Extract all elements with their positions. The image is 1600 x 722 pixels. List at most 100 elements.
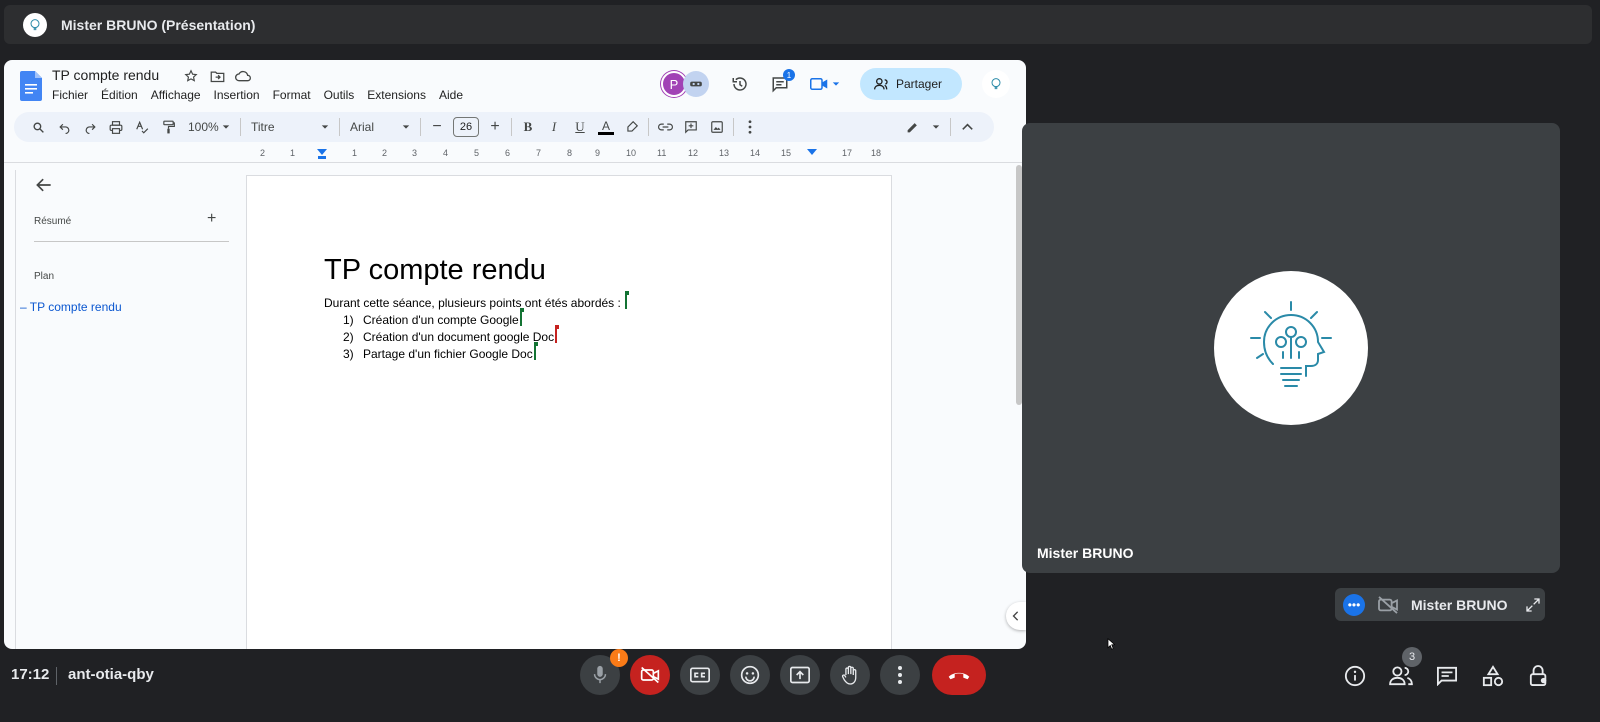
list-text: Création d'un compte Google	[363, 313, 519, 327]
document-title[interactable]: TP compte rendu	[52, 67, 159, 83]
horizontal-ruler[interactable]: 2 1 1 2 3 4 5 6 7 8 9 10 11 12 13 14 15 …	[244, 148, 894, 162]
underline-button[interactable]: U	[570, 116, 590, 138]
participant-tile[interactable]: Mister BRUNO	[1022, 123, 1560, 573]
raise-hand-button[interactable]	[830, 655, 870, 695]
chevron-down-icon	[321, 125, 329, 129]
self-view-bar[interactable]: ••• Mister BRUNO	[1335, 588, 1545, 621]
collaborator-cursor	[533, 342, 538, 360]
font-size-input[interactable]: 26	[453, 117, 479, 137]
move-folder-icon[interactable]	[208, 67, 226, 85]
add-comment-icon[interactable]	[681, 116, 701, 138]
side-panel-toggle[interactable]	[1006, 602, 1026, 630]
people-button[interactable]: 3	[1384, 647, 1422, 693]
lock-person-icon	[1529, 665, 1547, 686]
ruler-tick: 6	[505, 148, 511, 158]
reactions-button[interactable]	[730, 655, 770, 695]
list-item[interactable]: 1) Création d'un compte Google	[343, 308, 524, 327]
people-icon	[873, 78, 888, 90]
camera-off-icon	[1378, 595, 1398, 614]
history-icon[interactable]	[725, 69, 755, 99]
expand-icon[interactable]	[1525, 597, 1541, 613]
left-indent-marker-icon[interactable]	[317, 149, 327, 159]
camera-toggle-button[interactable]	[630, 655, 670, 695]
document-page[interactable]: TP compte rendu Durant cette séance, plu…	[246, 175, 892, 649]
list-item[interactable]: 3) Partage d'un fichier Google Doc	[343, 342, 538, 361]
ruler-tick: 4	[443, 148, 449, 158]
vertical-ruler[interactable]	[6, 170, 16, 649]
right-indent-marker-icon[interactable]	[807, 149, 817, 157]
more-options-button[interactable]	[880, 655, 920, 695]
document-heading[interactable]: TP compte rendu	[324, 254, 546, 287]
menu-fichier[interactable]: Fichier	[52, 88, 88, 102]
highlight-color-icon[interactable]	[622, 116, 642, 138]
cloud-status-icon[interactable]	[234, 67, 252, 85]
camera-off-icon	[640, 666, 660, 684]
increase-font-size-icon[interactable]: +	[485, 116, 505, 138]
menu-aide[interactable]: Aide	[439, 88, 463, 102]
mouse-cursor-icon	[1107, 638, 1115, 650]
text-color-swatch	[598, 131, 614, 135]
star-icon[interactable]	[182, 67, 200, 85]
microphone-button[interactable]: !	[580, 649, 628, 695]
emoji-icon	[740, 665, 760, 685]
spellcheck-icon[interactable]	[132, 116, 152, 138]
shared-docs-window: TP compte rendu Fichier Édition Affichag…	[4, 60, 1026, 649]
more-vert-icon	[898, 666, 902, 684]
bold-button[interactable]: B	[518, 116, 538, 138]
present-screen-button[interactable]	[780, 655, 820, 695]
font-family-select[interactable]: Arial	[346, 116, 414, 138]
ruler-tick: 18	[871, 148, 882, 158]
text-color-glyph: A	[601, 118, 610, 133]
back-arrow-icon[interactable]	[34, 175, 54, 195]
anonymous-viewer-icon[interactable]	[682, 71, 709, 97]
insert-link-icon[interactable]	[655, 116, 675, 138]
ruler-tick: 1	[352, 148, 358, 158]
participants-count-badge: 3	[1402, 647, 1422, 667]
share-button[interactable]: Partager	[859, 68, 962, 100]
meeting-details-button[interactable]	[1338, 659, 1372, 693]
chat-button[interactable]	[1430, 659, 1464, 693]
menu-insertion[interactable]: Insertion	[214, 88, 260, 102]
list-number: 1)	[343, 313, 354, 327]
menu-edition[interactable]: Édition	[101, 88, 138, 102]
outline-item[interactable]: – TP compte rendu	[20, 300, 122, 314]
google-docs-icon[interactable]	[20, 71, 42, 101]
people-icon	[1389, 666, 1413, 686]
menu-extensions[interactable]: Extensions	[367, 88, 426, 102]
insert-image-icon[interactable]	[707, 116, 727, 138]
collapse-menus-icon[interactable]	[957, 116, 977, 138]
more-options-icon[interactable]: •••	[1343, 593, 1365, 616]
menu-affichage[interactable]: Affichage	[151, 88, 201, 102]
decrease-font-size-icon[interactable]: −	[427, 116, 447, 138]
chevron-down-icon	[832, 82, 840, 86]
leave-call-button[interactable]	[932, 655, 986, 695]
redo-icon[interactable]	[80, 116, 100, 138]
paragraph-style-select[interactable]: Titre	[247, 116, 333, 138]
account-avatar[interactable]	[982, 70, 1010, 98]
menu-format[interactable]: Format	[273, 88, 311, 102]
ruler-tick: 7	[536, 148, 542, 158]
zoom-select[interactable]: 100%	[184, 116, 234, 138]
comments-icon[interactable]: 1	[765, 69, 795, 99]
editing-mode-select[interactable]	[906, 116, 940, 138]
text-color-button[interactable]: A	[596, 116, 616, 138]
print-icon[interactable]	[106, 116, 126, 138]
search-menus-icon[interactable]	[28, 116, 48, 138]
paragraph-style-value: Titre	[251, 120, 275, 134]
menu-outils[interactable]: Outils	[324, 88, 355, 102]
activities-button[interactable]	[1476, 659, 1510, 693]
more-options-icon[interactable]	[740, 116, 760, 138]
italic-button[interactable]: I	[544, 116, 564, 138]
chevron-left-icon	[1012, 611, 1019, 621]
paint-format-icon[interactable]	[158, 116, 178, 138]
microphone-icon	[593, 665, 607, 684]
participant-name: Mister BRUNO	[1037, 545, 1134, 561]
captions-button[interactable]	[680, 655, 720, 695]
meet-video-icon[interactable]	[805, 69, 845, 99]
intro-paragraph[interactable]: Durant cette séance, plusieurs points on…	[324, 291, 630, 310]
add-summary-icon[interactable]: +	[207, 210, 216, 228]
undo-icon[interactable]	[54, 116, 74, 138]
list-item[interactable]: 2) Création d'un document google Doc	[343, 325, 560, 344]
chevron-down-icon	[402, 125, 410, 129]
host-controls-button[interactable]	[1522, 659, 1556, 693]
